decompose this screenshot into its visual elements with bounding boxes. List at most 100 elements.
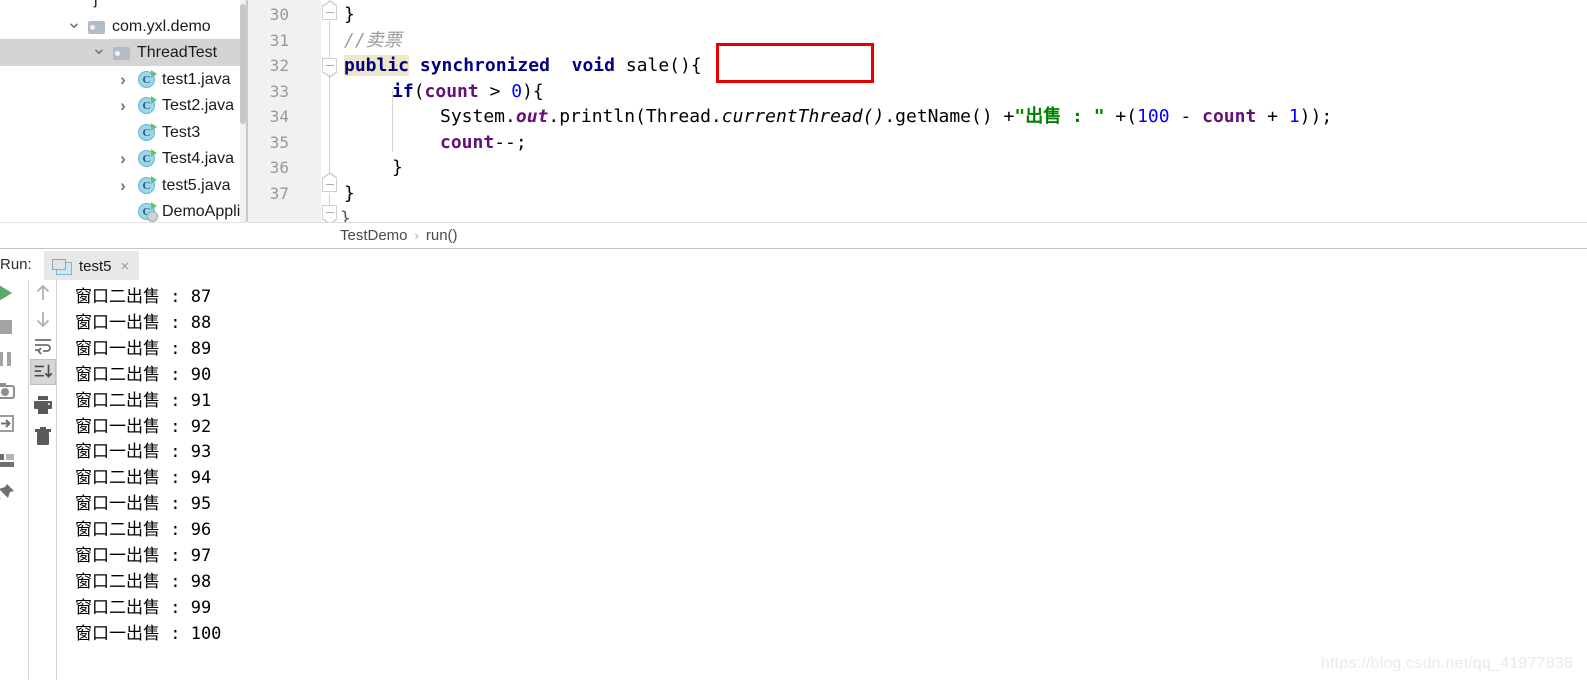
camera-button[interactable] <box>0 378 18 404</box>
fold-marker-icon[interactable] <box>322 58 338 78</box>
breadcrumb-item-method[interactable]: run() <box>426 227 458 244</box>
static-field-out: out <box>515 106 549 127</box>
fold-marker-icon[interactable] <box>322 0 338 20</box>
chevron-down-icon[interactable]: ⌄ <box>66 12 82 40</box>
console-line: 窗口一出售 : 89 <box>75 338 212 359</box>
number-100: 100 <box>1137 106 1170 127</box>
method-current-thread: currentThread() <box>721 106 885 127</box>
console-line: 窗口二出售 : 90 <box>75 364 212 385</box>
chevron-right-icon[interactable]: › <box>116 145 130 172</box>
chevron-right-icon[interactable]: › <box>116 172 130 199</box>
code-token-close: )); <box>1299 106 1333 127</box>
code-line-31[interactable]: //卖票 <box>344 28 402 54</box>
breadcrumb-bar: TestDemo › run() <box>248 222 1587 248</box>
code-token-println: .println(Thread. <box>548 106 722 127</box>
breadcrumb[interactable]: TestDemo › run() <box>340 223 458 248</box>
line-number: 37 <box>269 183 289 203</box>
code-line-37[interactable]: } <box>344 181 355 207</box>
keyword-public: public <box>344 55 410 76</box>
tree-item-test1-java[interactable]: › Ctest1.java <box>0 66 246 93</box>
clear-all-button[interactable] <box>30 424 56 450</box>
layout-button[interactable] <box>0 447 18 473</box>
print-button[interactable] <box>30 392 56 418</box>
tree-item-j[interactable]: j <box>0 0 246 13</box>
console-line: 窗口一出售 : 93 <box>75 442 212 463</box>
code-token-system: System. <box>440 106 516 127</box>
line-number: 33 <box>269 81 289 101</box>
run-toolbar-left <box>0 280 26 680</box>
code-line-32[interactable]: public synchronized void sale(){ <box>344 53 702 79</box>
pause-button[interactable] <box>0 346 18 372</box>
console-output[interactable]: 窗口二出售 : 87 窗口一出售 : 88 窗口一出售 : 89 窗口二出售 : 90… <box>57 280 1587 680</box>
keyword-synchronized: synchronized <box>419 55 550 76</box>
tree-item-test3[interactable]: C Test3 <box>0 119 246 146</box>
code-line-36[interactable]: } <box>392 155 403 181</box>
code-token: } <box>344 182 355 204</box>
run-toolbar-right <box>28 280 56 680</box>
console-line: 窗口二出售 : 94 <box>75 468 212 489</box>
code-line-35[interactable]: count--; <box>440 130 527 156</box>
method-name-sale: sale(){ <box>625 55 702 76</box>
soft-wrap-button[interactable] <box>30 332 56 358</box>
scroll-down-button[interactable] <box>30 306 56 332</box>
tree-item-demoapplic[interactable]: C DemoApplic <box>0 198 246 222</box>
field-count: count <box>440 131 495 153</box>
stop-button[interactable] <box>0 314 18 340</box>
line-number: 34 <box>269 107 289 126</box>
folder-icon <box>88 18 106 36</box>
console-line: 窗口二出售 : 99 <box>75 597 212 618</box>
close-icon[interactable]: × <box>121 259 130 274</box>
console-line: 窗口一出售 : 92 <box>75 416 212 437</box>
tree-item-label: ThreadTest <box>137 44 218 61</box>
tree-item-test2-java[interactable]: › C Test2.java <box>0 92 246 119</box>
code-editor[interactable]: 30 31 32 33 34 35 36 37 } //卖票 public synchroni… <box>248 0 1587 222</box>
chevron-right-icon[interactable]: › <box>116 92 130 119</box>
watermark: https://blog.csdn.net/qq_41977838 <box>1320 655 1573 672</box>
folder-icon <box>113 44 131 62</box>
tree-item-label: Test2.java <box>162 97 235 114</box>
console-line: 窗口一出售 : 97 <box>75 546 212 566</box>
line-number: 32 <box>269 56 289 75</box>
run-tab-test5[interactable]: test5 × <box>44 251 140 281</box>
tree-item-threadtest[interactable]: ⌄ ThreadTest <box>0 39 246 66</box>
cut-folder-icon <box>70 0 88 9</box>
code-line-30[interactable]: } <box>344 2 355 28</box>
field-count: count <box>1202 106 1257 127</box>
run-panel: Run: test5 × 窗口二出售: 87 窗口一出售: 88 窗口一出售… <box>0 248 1587 680</box>
scroll-to-end-button[interactable] <box>30 359 56 385</box>
scroll-up-button[interactable] <box>30 280 56 306</box>
chevron-down-icon[interactable]: ⌄ <box>91 39 107 66</box>
fold-connector <box>329 193 330 205</box>
pin-button[interactable] <box>0 480 18 506</box>
project-tree-panel[interactable]: j⌄com.yxl.demo⌄ThreadTest›Ctest1.java›CT… <box>0 0 246 222</box>
fold-connector <box>329 21 330 58</box>
run-button[interactable] <box>0 280 18 306</box>
fold-marker-icon[interactable] <box>322 172 338 192</box>
editor-gutter[interactable]: 30 31 32 33 34 35 36 37 <box>248 0 321 222</box>
tree-item-test4-java[interactable]: › C Test4.java <box>0 145 246 172</box>
console-line: 窗口二出售 : 91 <box>75 390 212 411</box>
spring-boot-class-icon: C <box>138 202 158 222</box>
code-token-plus-open: +( <box>1104 106 1138 127</box>
tree-item-label: test1.java <box>162 70 231 88</box>
export-button[interactable] <box>0 410 18 436</box>
java-class-icon: C <box>138 122 157 142</box>
code-line-33[interactable]: if(count > 0){ <box>392 79 544 105</box>
tree-item-test5-java[interactable]: › Ctest5.java <box>0 172 246 199</box>
java-class-icon: C <box>138 149 157 168</box>
tree-item-label: j <box>94 0 98 13</box>
chevron-right-icon[interactable]: › <box>116 66 130 93</box>
breadcrumb-item-class[interactable]: TestDemo <box>340 227 408 244</box>
code-text-area[interactable]: } //卖票 public synchronized void sale(){ … <box>340 0 1587 222</box>
run-tab-label: test5 <box>79 257 112 275</box>
code-line-38-partial[interactable]: } <box>340 206 351 222</box>
java-class-icon: C <box>138 175 157 195</box>
fold-marker-icon[interactable] <box>322 205 338 222</box>
tree-item-label: test5.java <box>162 176 231 194</box>
ide-window: j⌄com.yxl.demo⌄ThreadTest›Ctest1.java›CT… <box>0 0 1587 680</box>
tree-item-label: DemoApplic <box>162 203 246 220</box>
line-number: 31 <box>269 30 289 50</box>
tree-item-com-yxl-demo[interactable]: ⌄ com.yxl.demo <box>0 12 246 40</box>
code-line-34[interactable]: System.out.println(Thread.currentThread(… <box>440 104 1332 130</box>
tree-item-label: com.yxl.demo <box>112 17 211 35</box>
